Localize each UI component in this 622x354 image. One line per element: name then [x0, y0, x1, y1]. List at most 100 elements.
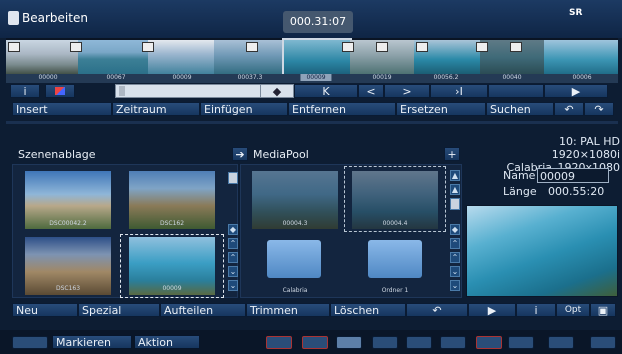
transition-icon: [246, 42, 258, 52]
preview-image: [466, 205, 618, 297]
timeline-thumb[interactable]: [544, 40, 618, 75]
scroll-bottom-icon[interactable]: ⌄: [228, 280, 238, 291]
transition-icon: [142, 42, 154, 52]
frame-label: 00009: [172, 74, 192, 81]
media-clip-label: 00004.3: [282, 220, 308, 227]
step-forward-button[interactable]: ›I: [430, 84, 488, 98]
scroll-up-icon[interactable]: ⌃: [228, 252, 238, 263]
timeline-filmstrip[interactable]: [6, 38, 618, 77]
play-button-bottom[interactable]: ▶: [468, 303, 516, 317]
split-tool-icon[interactable]: [406, 336, 432, 349]
split-button[interactable]: Aufteilen: [160, 303, 246, 317]
transition-icon: [70, 42, 82, 52]
revert-button[interactable]: ↶: [406, 303, 468, 317]
title-tool-icon[interactable]: [440, 336, 466, 349]
timeline-icon[interactable]: [302, 336, 328, 349]
transition-icon: [476, 42, 488, 52]
transition-icon: [8, 42, 20, 52]
effect-button[interactable]: [45, 84, 75, 98]
length-value: 000.55:20: [548, 185, 605, 198]
special-button[interactable]: Spezial: [78, 303, 160, 317]
home-icon[interactable]: [590, 336, 616, 349]
ersetzen-button[interactable]: Ersetzen: [396, 102, 486, 116]
scroll-up-icon[interactable]: ⌃: [450, 252, 460, 263]
trim-tool-icon[interactable]: [372, 336, 398, 349]
divider: [6, 121, 618, 124]
transition-icon: [376, 42, 388, 52]
play-button[interactable]: ▶: [544, 84, 608, 98]
einfuegen-button[interactable]: Einfügen: [200, 102, 288, 116]
slider-handle[interactable]: [119, 86, 125, 96]
undo-button[interactable]: ↶: [554, 102, 584, 116]
storyboard-icon[interactable]: [266, 336, 292, 349]
timeline-thumb[interactable]: [78, 40, 148, 75]
scene-clip-label: DSC00042.2: [49, 220, 87, 227]
audio-icon[interactable]: [476, 336, 502, 349]
options-button[interactable]: Opt: [556, 303, 590, 317]
effect-icon: [55, 87, 65, 95]
delete-button[interactable]: Löschen: [330, 303, 406, 317]
add-to-list-icon[interactable]: +: [444, 147, 460, 161]
name-input[interactable]: 00009: [537, 168, 609, 183]
scroll-thumb[interactable]: [450, 198, 460, 210]
step-back-button[interactable]: K: [294, 84, 358, 98]
scene-clip-label: DSC163: [55, 285, 81, 292]
frame-label: 00040: [502, 74, 522, 81]
sort-icon[interactable]: ▲: [450, 170, 460, 181]
frame-label: 00056.2: [433, 74, 459, 81]
slider-arrows[interactable]: ◆: [260, 84, 294, 98]
entfernen-button[interactable]: Entfernen: [288, 102, 396, 116]
frame-label: 00000: [38, 74, 58, 81]
redo-button[interactable]: ↷: [584, 102, 614, 116]
action-button[interactable]: Aktion: [134, 335, 200, 349]
spacer-button[interactable]: [488, 84, 544, 98]
frame-label: 00019: [372, 74, 392, 81]
folder-icon[interactable]: [368, 240, 422, 278]
audio-list-icon[interactable]: [508, 336, 534, 349]
scroll-bottom-icon[interactable]: ⌄: [450, 280, 460, 291]
app-icon: [8, 11, 19, 25]
scroll-top-icon[interactable]: ⌃: [228, 238, 238, 249]
sort-icon[interactable]: ▲: [450, 184, 460, 195]
selection-frame: [120, 234, 224, 298]
folder-icon[interactable]: [267, 240, 321, 278]
settings-icon[interactable]: [548, 336, 574, 349]
info-button-bottom[interactable]: i: [516, 303, 556, 317]
next-button[interactable]: >: [384, 84, 430, 98]
timeline-thumb[interactable]: [148, 40, 214, 75]
edit-icon[interactable]: [336, 336, 362, 349]
scroll-top-icon[interactable]: ⌃: [450, 238, 460, 249]
transition-icon: [510, 42, 522, 52]
insert-button[interactable]: Insert: [12, 102, 112, 116]
scroll-thumb[interactable]: [228, 172, 238, 184]
name-label: Name: [503, 169, 536, 182]
length-label: Länge: [503, 185, 537, 198]
prev-button[interactable]: <: [358, 84, 384, 98]
new-button[interactable]: Neu: [12, 303, 78, 317]
scroll-up-double-icon[interactable]: ◆: [228, 224, 238, 235]
mark-button[interactable]: Markieren: [52, 335, 132, 349]
transition-icon: [416, 42, 428, 52]
frame-label: 00006: [572, 74, 592, 81]
selection-frame: [344, 166, 446, 232]
scroll-up-double-icon[interactable]: ◆: [450, 224, 460, 235]
scene-storage-title: Szenenablage: [18, 148, 96, 161]
format-label: 10: PAL HD 1920×1080i: [551, 135, 620, 161]
sr-logo: SR: [569, 8, 583, 18]
zeitraum-button[interactable]: Zeitraum: [112, 102, 200, 116]
scroll-down-icon[interactable]: ⌄: [450, 266, 460, 277]
page-title: Bearbeiten: [22, 11, 88, 25]
frame-label: 00067: [106, 74, 126, 81]
scene-clip-label: DSC162: [159, 220, 185, 227]
trim-button[interactable]: Trimmen: [246, 303, 330, 317]
timeline-labels: 00000 00067 00009 00037.3 00009 00019 00…: [6, 74, 618, 83]
mediapool-title: MediaPool: [253, 148, 309, 161]
info-button[interactable]: i: [10, 84, 40, 98]
timecode-display: 000.31:07: [283, 11, 353, 33]
suchen-button[interactable]: Suchen: [486, 102, 554, 116]
timeline-thumb-selected[interactable]: [282, 38, 352, 77]
scroll-down-icon[interactable]: ⌄: [228, 266, 238, 277]
menu-toggle-icon[interactable]: [12, 336, 48, 349]
to-mediapool-icon[interactable]: ➔: [232, 147, 248, 161]
print-icon[interactable]: ▣: [590, 303, 616, 317]
